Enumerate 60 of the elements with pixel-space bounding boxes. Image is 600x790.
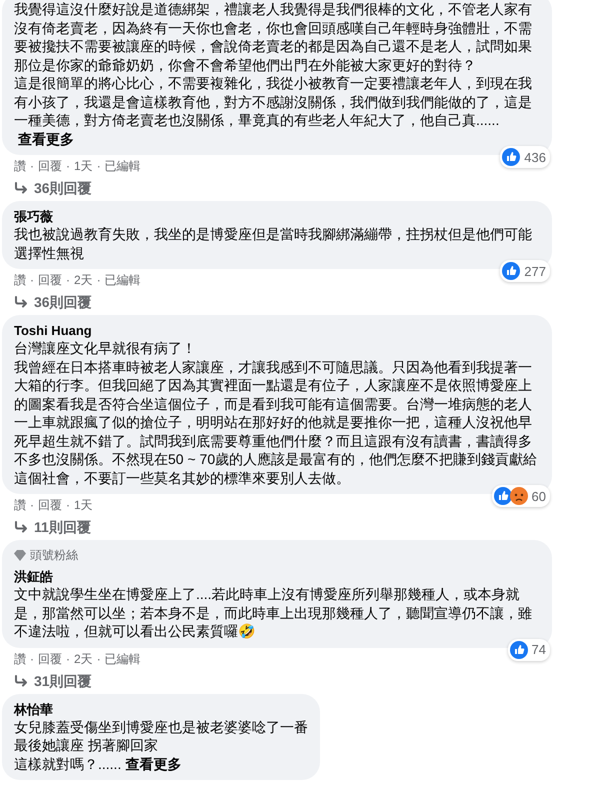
comment-meta: 1天 (74, 497, 93, 514)
comment-text: 我也被說過教育失敗，我坐的是博愛座但是當時我腳綁滿繃帶，拄拐杖但是他們可能選擇性無視 (14, 225, 533, 262)
separator-dot: · (30, 497, 34, 514)
like-reaction-icon (502, 262, 520, 280)
action-link[interactable]: 回覆 (38, 650, 62, 668)
comment-text: 台灣讓座文化早就很有病了！ (14, 339, 197, 358)
comment-text: 文中就說學生坐在博愛座上了....若此時車上沒有博愛座所列舉那幾種人，或本身就是，那當然可以坐；若本身不是，而此時車上出現那幾種人了，聽聞宣導仍不讓，雖不違法啦，但就可以看出公民素質囉🤣 (14, 585, 533, 640)
action-link[interactable]: 讚 (14, 158, 26, 175)
comment-meta: 1天 (74, 158, 93, 175)
comment-text: 我曾經在日本搭車時被老人家讓座，才讓我感到不可隨思議。只因為他看到我提著一大箱的行李。但我回絕了因為其實裡面一點還是有位子，人家讓座不是依照博愛座上的圖案看我是否符合坐這個位子，而是看到我可能有這個需要。台灣一堆病態的老人一上車就跟瘋了似的搶位子，明明站在那好好的他就是要推你一把，這種人沒祝他早死早超生就不錯了。試問我到底需要尊重他們什麼？而且這跟有沒有讀書，書讀得多不多也沒關係。不然現在50 ~ 70歲的人應該是最富有的，他們怎麼不把賺到錢貢獻給這個社會，不要訂一些莫名其妙的標準來要別人去做。 (14, 358, 538, 487)
comment-text: 這樣就對嗎？...... 查看更多 (14, 754, 182, 773)
comment-text: 女兒膝蓋受傷坐到博愛座也是被老婆婆唸了一番 (14, 718, 308, 736)
reaction-count[interactable]: 60 (492, 485, 550, 507)
separator-dot: · (66, 497, 70, 514)
comment-meta: 已編輯 (104, 158, 141, 175)
view-replies-link[interactable]: 36則回覆 (0, 292, 92, 312)
separator-dot: · (30, 158, 34, 175)
reaction-count[interactable]: 74 (508, 638, 550, 660)
commenter-name[interactable]: 張巧薇 (14, 208, 540, 225)
like-reaction-icon (510, 640, 528, 658)
separator-dot: · (96, 650, 101, 668)
comment-meta: 2天 (74, 650, 93, 668)
separator-dot: · (66, 158, 70, 175)
action-link[interactable]: 讚 (14, 497, 26, 514)
comment-meta: 已編輯 (104, 650, 141, 668)
action-link[interactable]: 回覆 (38, 158, 62, 175)
view-replies-link[interactable]: 11則回覆 (0, 517, 91, 537)
action-link[interactable]: 讚 (14, 272, 26, 289)
comment-meta: 已編輯 (104, 272, 141, 289)
comment-meta: 2天 (74, 272, 93, 289)
like-reaction-icon (494, 487, 512, 505)
sad-reaction-icon (510, 487, 528, 505)
reply-arrow-icon (14, 521, 28, 533)
reaction-count[interactable]: 436 (500, 146, 550, 168)
separator-dot: · (96, 272, 101, 289)
comment-text: 最後她讓座 拐著腳回家 (14, 736, 159, 754)
diamond-icon (14, 550, 26, 561)
see-more-link[interactable]: 查看更多 (18, 130, 74, 146)
like-reaction-icon (502, 148, 520, 166)
separator-dot: · (96, 158, 101, 175)
reply-arrow-icon (14, 296, 28, 308)
separator-dot: · (66, 272, 70, 289)
action-link[interactable]: 回覆 (38, 497, 62, 514)
comment-text: 這是很簡單的將心比心，不需要複雜化，我從小被教育一定要禮讓老年人，到現在我有小孩了，我還是會這樣教育他，對方不感謝沒關係，我們做到我們能做的了，這是一種美德，對方倚老賣老也沒關係，畢竟真的有些老人年紀大了，他自己真...... 查看更多 (14, 74, 533, 148)
reply-arrow-icon (14, 182, 28, 194)
action-link[interactable]: 回覆 (38, 272, 62, 289)
commenter-name[interactable]: Toshi Huang (14, 322, 540, 339)
separator-dot: · (30, 272, 34, 289)
view-replies-link[interactable]: 31則回覆 (0, 670, 92, 690)
reaction-count[interactable]: 277 (500, 260, 550, 282)
separator-dot: · (30, 650, 34, 668)
commenter-name[interactable]: 洪鉦皓 (14, 568, 540, 585)
view-replies-link[interactable]: 36則回覆 (0, 178, 92, 198)
see-more-link[interactable]: 查看更多 (125, 756, 182, 772)
separator-dot: · (66, 650, 70, 668)
badge-label: 頭號粉絲 (30, 547, 78, 564)
commenter-name[interactable]: 林怡華 (14, 700, 308, 718)
comment-text: 我覺得這沒什麼好說是道德綁架，禮讓老人我覺得是我們很棒的文化，不管老人家有沒有倚老賣老，因為終有一天你也會老，你也會回頭感嘆自己年輕時身強體壯，不需要被攙扶不需要被讓座的時候，會說倚老賣老的都是因為自己還不是老人，試問如果那位是你家的爺爺奶奶，你會不會希望他們出門在外能被大家更好的對待？ (14, 0, 533, 74)
action-link[interactable]: 讚 (14, 650, 26, 668)
reply-arrow-icon (14, 674, 28, 686)
